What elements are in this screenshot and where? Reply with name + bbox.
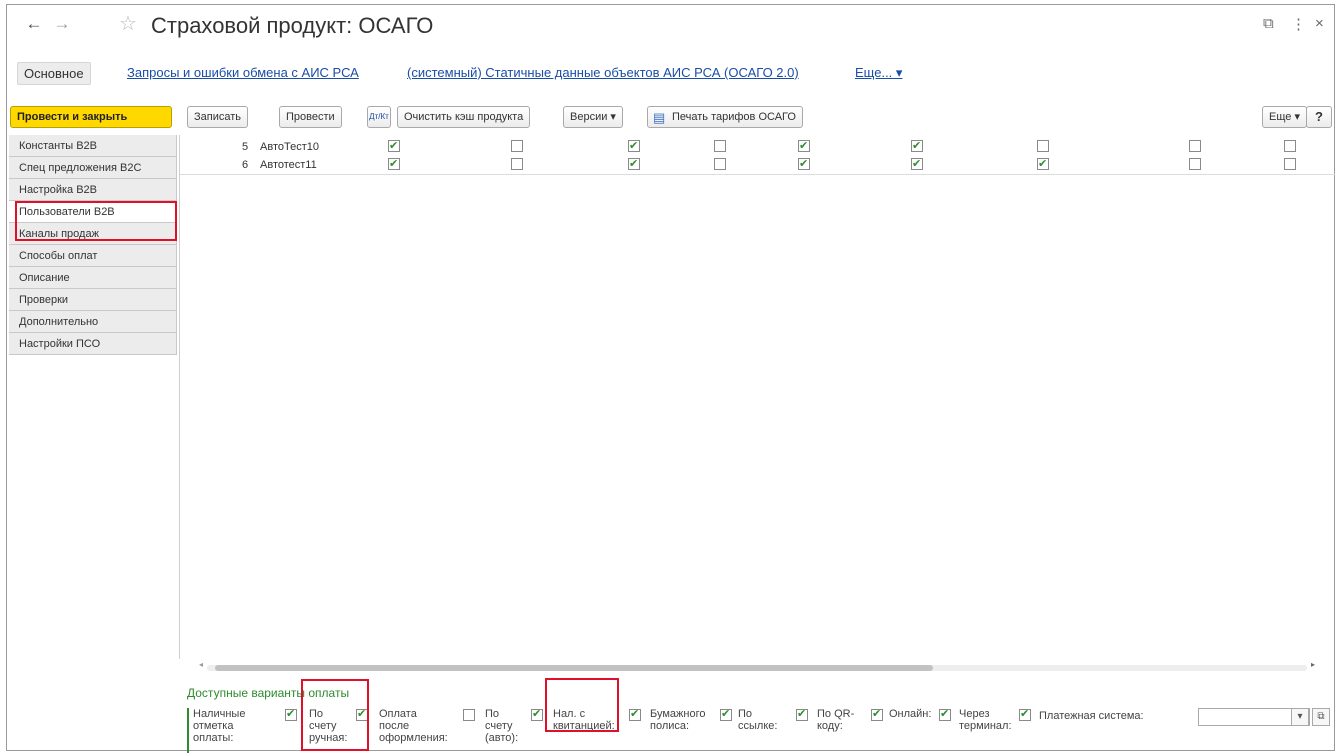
sidebar-item-settings-b2b[interactable]: Настройка B2B xyxy=(9,179,177,201)
payment-options-row: Наличные отметка оплаты: По счету ручная… xyxy=(187,707,1330,753)
opt-invoice-manual-label: По счету ручная: xyxy=(309,708,348,744)
row-checkbox[interactable] xyxy=(628,138,640,154)
opt-qr-code-checkbox[interactable] xyxy=(871,707,883,721)
forward-arrow-icon[interactable]: → xyxy=(51,13,73,35)
sidebar-item-constants-b2b[interactable]: Константы B2B xyxy=(9,135,177,157)
opt-terminal-checkbox[interactable] xyxy=(1019,707,1031,721)
sidebar-item-users-b2b[interactable]: Пользователи B2B xyxy=(9,201,177,223)
sidebar-item-checks[interactable]: Проверки xyxy=(9,289,177,311)
sidebar-item-pso-settings[interactable]: Настройки ПСО xyxy=(9,333,177,355)
row-number: 6 xyxy=(242,159,249,171)
help-button[interactable]: ? xyxy=(1306,106,1332,128)
users-table: 5 АвтоТест10 6 Автотест11 xyxy=(179,135,1335,659)
opt-terminal-label: Через терминал: xyxy=(959,708,1012,732)
opt-paper-policy-label: Бумажного полиса: xyxy=(650,708,706,732)
row-checkbox[interactable] xyxy=(628,156,640,172)
row-checkbox[interactable] xyxy=(1037,140,1049,152)
post-and-close-button[interactable]: Провести и закрыть xyxy=(10,106,172,128)
opt-after-issue-label: Оплата после оформления: xyxy=(379,708,448,744)
command-bar: Провести и закрыть Записать Провести Дт/… xyxy=(7,106,1334,132)
opt-invoice-manual-checkbox[interactable] xyxy=(356,707,368,721)
favorite-star-icon[interactable]: ☆ xyxy=(117,13,139,35)
link-rsa-errors[interactable]: Запросы и ошибки обмена с АИС РСА xyxy=(127,65,359,80)
dt-kt-icon[interactable]: Дт/Кт xyxy=(367,106,391,128)
row-checkbox[interactable] xyxy=(511,158,523,170)
sidebar-item-additional[interactable]: Дополнительно xyxy=(9,311,177,333)
row-checkbox[interactable] xyxy=(798,138,810,154)
sidebar: Константы B2B Спец предложения B2C Настр… xyxy=(9,135,177,355)
row-checkbox[interactable] xyxy=(1284,158,1296,170)
horizontal-scrollbar[interactable]: ◂ ▸ xyxy=(199,660,1319,671)
opt-cash-receipt-checkbox[interactable] xyxy=(629,707,641,721)
link-icon[interactable]: ⧉ xyxy=(1263,15,1274,32)
title-bar: ← → ☆ Страховой продукт: ОСАГО ⧉ ⋮ × xyxy=(7,5,1334,45)
opt-cash-receipt-label: Нал. с квитанцией: xyxy=(553,708,615,732)
versions-button[interactable]: Версии ▾ xyxy=(563,106,623,128)
printer-icon: ▤ xyxy=(653,110,666,125)
scroll-right-icon[interactable]: ▸ xyxy=(1311,660,1315,669)
opt-by-link-checkbox[interactable] xyxy=(796,707,808,721)
document-window: ← → ☆ Страховой продукт: ОСАГО ⧉ ⋮ × Осн… xyxy=(6,4,1335,753)
opt-invoice-auto-checkbox[interactable] xyxy=(531,707,543,721)
tab-main[interactable]: Основное xyxy=(17,62,91,85)
row-checkbox[interactable] xyxy=(388,156,400,172)
row-user-name: Автотест11 xyxy=(260,159,317,171)
sidebar-item-special-offers-b2c[interactable]: Спец предложения B2C xyxy=(9,157,177,179)
print-tariffs-button[interactable]: ▤ Печать тарифов ОСАГО xyxy=(647,106,803,128)
print-tariffs-label: Печать тарифов ОСАГО xyxy=(672,111,796,123)
row-checkbox[interactable] xyxy=(1284,140,1296,152)
opt-online-checkbox[interactable] xyxy=(939,707,951,721)
opt-online-label: Онлайн: xyxy=(889,708,932,720)
sidebar-item-payment-methods[interactable]: Способы оплат xyxy=(9,245,177,267)
link-more[interactable]: Еще... ▾ xyxy=(855,65,902,81)
close-icon[interactable]: × xyxy=(1315,15,1324,32)
row-checkbox[interactable] xyxy=(511,140,523,152)
scroll-thumb[interactable] xyxy=(215,665,933,671)
opt-cash-label: Наличные отметка оплаты: xyxy=(193,708,246,744)
table-row[interactable]: 5 АвтоТест10 xyxy=(180,138,1335,157)
row-checkbox[interactable] xyxy=(911,138,923,154)
more-menu-icon[interactable]: ⋮ xyxy=(1291,15,1306,33)
opt-by-link-label: По ссылке: xyxy=(738,708,778,732)
opt-invoice-auto-label: По счету (авто): xyxy=(485,708,519,744)
table-row[interactable]: 6 Автотест11 xyxy=(180,156,1335,175)
opt-after-issue-checkbox[interactable] xyxy=(463,709,475,721)
sidebar-item-sales-channels[interactable]: Каналы продаж xyxy=(9,223,177,245)
row-checkbox[interactable] xyxy=(1189,140,1201,152)
sidebar-item-description[interactable]: Описание xyxy=(9,267,177,289)
open-form-icon[interactable]: ⧉ xyxy=(1312,708,1330,726)
chevron-down-icon[interactable]: ▾ xyxy=(1291,708,1309,726)
opt-qr-code-label: По QR-коду: xyxy=(817,708,855,732)
clear-cache-button[interactable]: Очистить кэш продукта xyxy=(397,106,531,128)
row-checkbox[interactable] xyxy=(714,158,726,170)
payment-system-label: Платежная система: xyxy=(1039,710,1144,722)
more-actions-button[interactable]: Еще ▾ xyxy=(1262,106,1307,128)
row-checkbox[interactable] xyxy=(798,156,810,172)
payment-options-title: Доступные варианты оплаты xyxy=(187,686,350,700)
row-checkbox[interactable] xyxy=(1189,158,1201,170)
row-checkbox[interactable] xyxy=(911,156,923,172)
opt-cash-checkbox[interactable] xyxy=(285,707,297,721)
row-checkbox[interactable] xyxy=(714,140,726,152)
back-arrow-icon[interactable]: ← xyxy=(23,13,45,35)
scroll-left-icon[interactable]: ◂ xyxy=(199,660,203,669)
row-checkbox[interactable] xyxy=(388,138,400,154)
link-rsa-static-data[interactable]: (системный) Статичные данные объектов АИ… xyxy=(407,65,799,80)
row-checkbox[interactable] xyxy=(1037,156,1049,172)
save-button[interactable]: Записать xyxy=(187,106,249,128)
post-button[interactable]: Провести xyxy=(279,106,342,128)
row-number: 5 xyxy=(242,141,249,153)
page-title: Страховой продукт: ОСАГО xyxy=(151,13,434,38)
opt-paper-policy-checkbox[interactable] xyxy=(720,707,732,721)
row-user-name: АвтоТест10 xyxy=(260,141,319,153)
